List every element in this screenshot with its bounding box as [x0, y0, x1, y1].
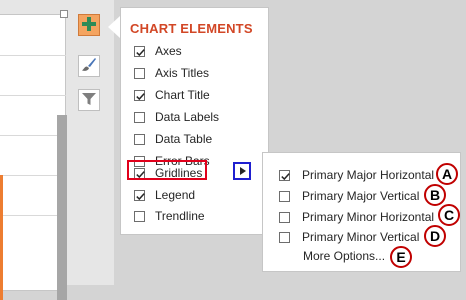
gridlines-expand-button[interactable] — [233, 162, 251, 180]
filter-icon — [81, 91, 97, 110]
submenu-item-primary-minor-horizontal[interactable]: Primary Minor Horizontal — [279, 207, 434, 227]
callout-marker-a: A — [436, 163, 458, 185]
callout-marker-c: C — [438, 204, 460, 226]
axes-checkbox[interactable] — [134, 45, 145, 57]
chart-filters-button[interactable] — [78, 89, 100, 111]
chart-elements-button[interactable] — [78, 14, 100, 36]
worksheet-area — [0, 0, 114, 300]
callout-marker-e: E — [390, 246, 412, 268]
legend-label: Legend — [155, 188, 196, 202]
chart-series-edge — [0, 175, 3, 300]
item-data-labels[interactable]: Data Labels — [134, 108, 219, 126]
primary-minor-horizontal-checkbox[interactable] — [279, 211, 290, 223]
submenu-item-primary-minor-vertical[interactable]: Primary Minor Vertical — [279, 227, 419, 247]
resize-handle[interactable] — [60, 10, 68, 18]
submenu-item-primary-major-vertical[interactable]: Primary Major Vertical — [279, 186, 419, 206]
submenu-item-primary-major-horizontal[interactable]: Primary Major Horizontal — [279, 165, 434, 185]
plus-icon — [82, 16, 96, 34]
primary-minor-horizontal-label: Primary Minor Horizontal — [302, 210, 435, 224]
chart-gridline — [0, 95, 66, 96]
gridlines-highlight — [127, 160, 207, 180]
primary-major-vertical-checkbox[interactable] — [279, 190, 290, 202]
item-trendline[interactable]: Trendline — [134, 207, 205, 225]
axis-titles-checkbox[interactable] — [134, 67, 145, 79]
more-options-link[interactable]: More Options... — [303, 249, 385, 263]
callout-marker-d: D — [424, 225, 446, 247]
axes-label: Axes — [155, 44, 182, 58]
axis-titles-label: Axis Titles — [155, 66, 210, 80]
chart-title-checkbox[interactable] — [134, 89, 145, 101]
chart-styles-button[interactable] — [78, 55, 100, 77]
primary-major-horizontal-checkbox[interactable] — [279, 169, 290, 181]
primary-minor-vertical-label: Primary Minor Vertical — [302, 230, 420, 244]
item-chart-title[interactable]: Chart Title — [134, 86, 210, 104]
chart-bar — [57, 115, 67, 300]
callout-marker-b: B — [424, 184, 446, 206]
item-axes[interactable]: Axes — [134, 42, 182, 60]
item-data-table[interactable]: Data Table — [134, 130, 212, 148]
data-labels-label: Data Labels — [155, 110, 220, 124]
chart-elements-popup: CHART ELEMENTS Axes Axis Titles Chart Ti… — [120, 7, 269, 235]
primary-major-vertical-label: Primary Major Vertical — [302, 189, 420, 203]
primary-minor-vertical-checkbox[interactable] — [279, 231, 290, 243]
trendline-checkbox[interactable] — [134, 210, 145, 222]
chart-area[interactable] — [0, 14, 67, 300]
popup-pointer — [108, 16, 120, 38]
legend-checkbox[interactable] — [134, 189, 145, 201]
chart-title-label: Chart Title — [155, 88, 210, 102]
gridlines-submenu: Primary Major Horizontal Primary Major V… — [262, 152, 461, 272]
paintbrush-icon — [81, 57, 97, 76]
chart-gridline — [0, 55, 66, 56]
data-table-checkbox[interactable] — [134, 133, 145, 145]
trendline-label: Trendline — [155, 209, 205, 223]
popup-title: CHART ELEMENTS — [130, 21, 253, 36]
item-legend[interactable]: Legend — [134, 186, 195, 204]
data-labels-checkbox[interactable] — [134, 111, 145, 123]
primary-major-horizontal-label: Primary Major Horizontal — [302, 168, 435, 182]
item-axis-titles[interactable]: Axis Titles — [134, 64, 209, 82]
data-table-label: Data Table — [155, 132, 213, 146]
submenu-pointer — [253, 163, 262, 181]
